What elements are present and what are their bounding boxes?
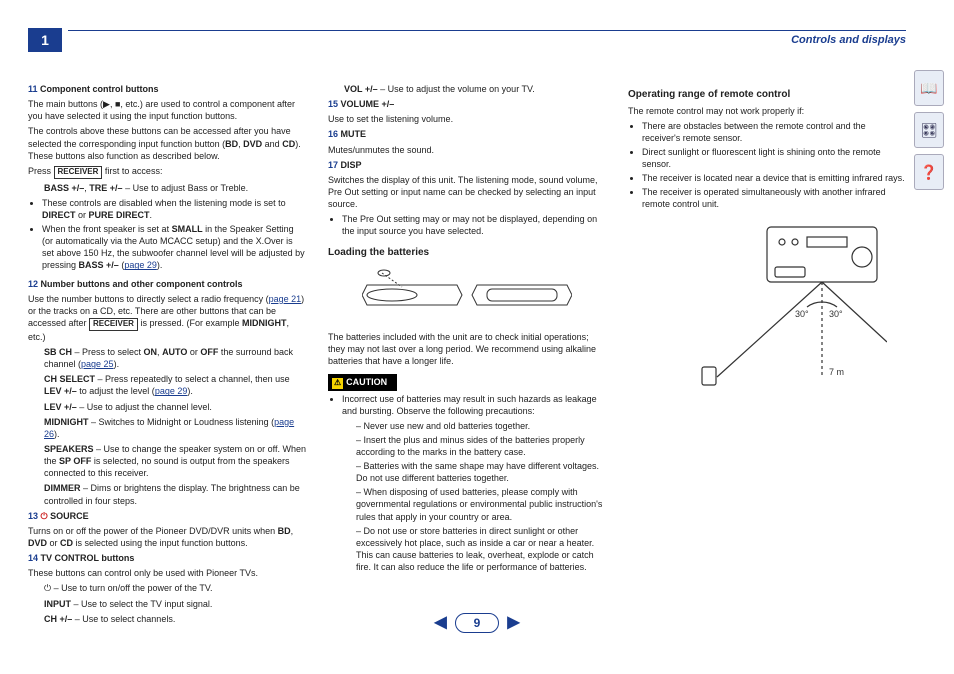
list-item: There are obstacles between the remote c…: [642, 120, 906, 144]
body-text: The batteries included with the unit are…: [328, 331, 606, 367]
caution-heading: ⚠CAUTION: [328, 374, 397, 391]
page-link[interactable]: page 25: [81, 359, 114, 369]
list-item: When disposing of used batteries, please…: [356, 486, 606, 522]
item-title: Component control buttons: [40, 84, 158, 94]
body-text: Use to set the listening volume.: [328, 113, 606, 125]
receiver-keycap: RECEIVER: [54, 166, 103, 179]
tab-receiver-icon[interactable]: 🎛: [914, 112, 944, 148]
page-number: 9: [455, 613, 500, 633]
tab-manual-icon[interactable]: 📖: [914, 70, 944, 106]
body-text: Mutes/unmutes the sound.: [328, 144, 606, 156]
prev-page-button[interactable]: ◀: [434, 612, 446, 634]
tab-help-icon[interactable]: ❓: [914, 154, 944, 190]
body-text: The main buttons (▶, ■, etc.) are used t…: [28, 98, 306, 122]
header-title: Controls and displays: [791, 33, 906, 48]
loading-batteries-heading: Loading the batteries: [328, 246, 606, 260]
body-text: The controls above these buttons can be …: [28, 125, 306, 161]
body-text: The remote control may not work properly…: [628, 105, 906, 117]
distance-label: 7 m: [829, 367, 844, 377]
body-text: BASS +/–, TRE +/– – Use to adjust Bass o…: [44, 182, 306, 194]
battery-illustration: [362, 265, 572, 325]
list-item: These controls are disabled when the lis…: [42, 197, 306, 221]
dash-list: Never use new and old batteries together…: [342, 420, 606, 574]
page-link[interactable]: page 21: [269, 294, 302, 304]
page-link[interactable]: page 29: [124, 260, 157, 270]
list-item: Direct sunlight or fluorescent light is …: [642, 146, 906, 170]
body-text: MIDNIGHT – Switches to Midnight or Loudn…: [44, 416, 306, 440]
item-12-head: 12 Number buttons and other component co…: [28, 278, 306, 290]
item-15-head: 15 VOLUME +/–: [328, 98, 606, 110]
item-number: 17: [328, 160, 338, 170]
body-text: Press RECEIVER first to access:: [28, 165, 306, 179]
body-text: INPUT – Use to select the TV input signa…: [44, 598, 306, 610]
body-text: SB CH – Press to select ON, AUTO or OFF …: [44, 346, 306, 370]
item-title: DISP: [341, 160, 362, 170]
operating-range-heading: Operating range of remote control: [628, 88, 906, 102]
bullet-list: These controls are disabled when the lis…: [28, 197, 306, 272]
item-17-head: 17 DISP: [328, 159, 606, 171]
item-title: SOURCE: [50, 511, 89, 521]
page-link[interactable]: page 29: [155, 386, 188, 396]
item-title: Number buttons and other component contr…: [41, 279, 243, 289]
list-item: Never use new and old batteries together…: [356, 420, 606, 432]
item-number: 15: [328, 99, 338, 109]
item-title: VOLUME +/–: [341, 99, 395, 109]
column-left: 11 Component control buttons The main bu…: [28, 80, 306, 628]
item-title: TV CONTROL buttons: [41, 553, 135, 563]
side-tabs: 📖 🎛 ❓: [914, 70, 944, 190]
item-number: 14: [28, 553, 38, 563]
list-item: Incorrect use of batteries may result in…: [342, 393, 606, 573]
list-item: The receiver is located near a device th…: [642, 172, 906, 184]
list-item: The receiver is operated simultaneously …: [642, 186, 906, 210]
list-item: When the front speaker is set at SMALL i…: [42, 223, 306, 272]
item-number: 13: [28, 511, 38, 521]
body-text: These buttons can control only be used w…: [28, 567, 306, 579]
pager: ◀ 9 ▶: [0, 612, 954, 634]
receiver-keycap: RECEIVER: [89, 318, 138, 331]
column-middle: VOL +/– – Use to adjust the volume on yo…: [328, 80, 606, 628]
item-11-head: 11 Component control buttons: [28, 83, 306, 95]
bullet-list: There are obstacles between the remote c…: [628, 120, 906, 211]
power-icon: ⏻: [41, 511, 48, 521]
angle-left-label: 30°: [795, 309, 809, 319]
column-right: Operating range of remote control The re…: [628, 80, 906, 628]
angle-right-label: 30°: [829, 309, 843, 319]
item-13-head: 13 ⏻ SOURCE: [28, 510, 306, 522]
list-item: Batteries with the same shape may have d…: [356, 460, 606, 484]
chapter-badge: 1: [28, 28, 62, 52]
header-rule: Controls and displays: [68, 30, 906, 31]
list-item: The Pre Out setting may or may not be di…: [342, 213, 606, 237]
body-text: LEV +/– – Use to adjust the channel leve…: [44, 401, 306, 413]
range-illustration: 30° 30° 7 m: [647, 217, 887, 387]
body-text: SPEAKERS – Use to change the speaker sys…: [44, 443, 306, 479]
bullet-list: The Pre Out setting may or may not be di…: [328, 213, 606, 237]
body-text: CH SELECT – Press repeatedly to select a…: [44, 373, 306, 397]
bullet-list: Incorrect use of batteries may result in…: [328, 393, 606, 573]
item-number: 12: [28, 279, 38, 289]
item-14-head: 14 TV CONTROL buttons: [28, 552, 306, 564]
body-text: Use the number buttons to directly selec…: [28, 293, 306, 343]
body-text: ⏻ – Use to turn on/off the power of the …: [44, 582, 306, 594]
body-text: VOL +/– – Use to adjust the volume on yo…: [344, 83, 606, 95]
list-item: Insert the plus and minus sides of the b…: [356, 434, 606, 458]
warning-icon: ⚠: [332, 378, 343, 389]
body-text: DIMMER – Dims or brightens the display. …: [44, 482, 306, 506]
item-number: 16: [328, 129, 338, 139]
body-text: Turns on or off the power of the Pioneer…: [28, 525, 306, 549]
item-16-head: 16 MUTE: [328, 128, 606, 140]
item-number: 11: [28, 84, 38, 94]
item-title: MUTE: [341, 129, 367, 139]
list-item: Do not use or store batteries in direct …: [356, 525, 606, 574]
body-text: Switches the display of this unit. The l…: [328, 174, 606, 210]
next-page-button[interactable]: ▶: [507, 612, 519, 634]
